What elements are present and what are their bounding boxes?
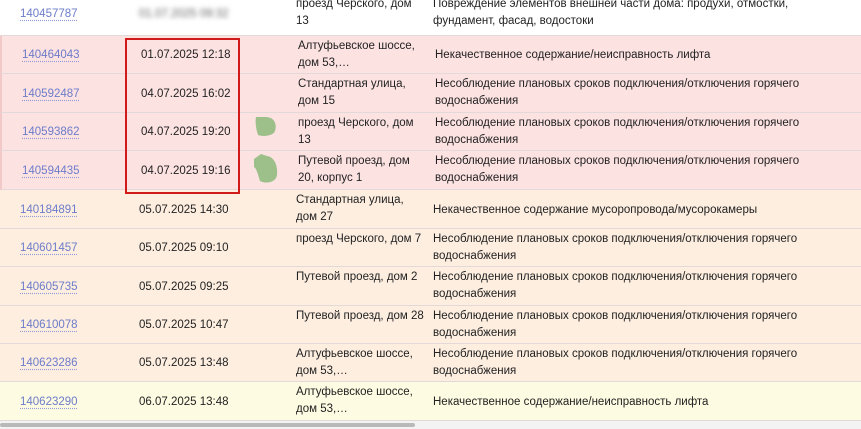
request-id-link[interactable]: 140623286 — [20, 357, 78, 369]
address-cell: Стандартная улица, дом 27 — [296, 194, 404, 223]
date-cell: 01.07.2025 12:18 — [141, 49, 231, 61]
description-cell: Повреждение элементов внешней части дома… — [433, 0, 789, 27]
address-cell: Путевой проезд, дом 2 — [296, 271, 418, 283]
date-cell: 05.07.2025 09:10 — [139, 242, 229, 254]
description-cell: Некачественное содержание/неисправность … — [435, 49, 711, 61]
address-cell: проезд Черского, дом 7 — [296, 233, 422, 245]
date-cell: 04.07.2025 16:02 — [141, 87, 231, 100]
date-cell: 05.07.2025 13:48 — [139, 357, 229, 369]
date-cell: 04.07.2025 19:20 — [141, 126, 231, 138]
request-id-link[interactable]: 140623290 — [20, 396, 78, 408]
table-row[interactable]: 140184891 05.07.2025 14:30 Стандартная ули… — [0, 190, 861, 229]
date-cell: 04.07.2025 19:16 — [141, 164, 231, 177]
scrollbar-thumb[interactable] — [0, 423, 415, 427]
table-row[interactable]: 140610078 05.07.2025 10:47 Путевой проезд,… — [0, 306, 861, 344]
description-cell: Несоблюдение плановых сроков подключения… — [433, 348, 798, 377]
request-id-cell: 140184891 — [20, 202, 78, 219]
request-id-cell: 140592487 — [22, 86, 80, 103]
request-id-link[interactable]: 140184891 — [20, 204, 78, 216]
date-cell: 05.07.2025 09:25 — [139, 280, 229, 293]
address-cell: Стандартная улица, дом 15 — [298, 78, 406, 107]
description-cell: Несоблюдение плановых сроков подключения… — [433, 310, 798, 339]
table-row[interactable]: 140464043 01.07.2025 12:18 Алтуфьевское шо… — [0, 36, 861, 74]
table-row[interactable]: 140592487 04.07.2025 16:02 Стандартная ули… — [0, 74, 861, 113]
date-cell: 05.07.2025 10:47 — [139, 319, 229, 331]
request-id-cell: 140605735 — [20, 279, 78, 296]
request-id-cell: 140623286 — [20, 355, 78, 372]
request-id-link[interactable]: 140592487 — [22, 88, 80, 100]
table-row[interactable]: 140601457 05.07.2025 09:10 проезд Черского… — [0, 229, 861, 267]
request-id-cell: 140610078 — [20, 317, 78, 334]
address-cell: Путевой проезд, дом 20, корпус 1 — [298, 155, 410, 184]
table-row[interactable]: 140623290 06.07.2025 13:48 Алтуфьевское шо… — [0, 382, 861, 421]
address-cell: Алтуфьевское шоссе, дом 53,… — [296, 348, 413, 377]
address-cell: проезд Черского, дом 13 — [296, 0, 412, 27]
request-id-cell: 140594435 — [22, 163, 80, 180]
request-id-link[interactable]: 140605735 — [20, 281, 78, 293]
request-id-link[interactable]: 140593862 — [22, 126, 80, 138]
request-id-link[interactable]: 140601457 — [20, 242, 78, 254]
horizontal-scrollbar[interactable] — [0, 421, 861, 429]
table-row[interactable]: 140593862 04.07.2025 19:20 проезд Черского… — [0, 113, 861, 151]
request-id-cell: 140593862 — [22, 124, 80, 141]
status-blob-icon — [255, 117, 276, 136]
address-cell: Путевой проезд, дом 28 — [296, 310, 424, 322]
table-row[interactable]: 140623286 05.07.2025 13:48 Алтуфьевское шо… — [0, 344, 861, 382]
address-cell: Алтуфьевское шоссе, дом 53,… — [298, 40, 415, 69]
request-id-link[interactable]: 140457787 — [20, 8, 78, 20]
description-cell: Несоблюдение плановых сроков подключения… — [435, 155, 800, 184]
address-cell: Алтуфьевское шоссе, дом 53,… — [296, 386, 413, 415]
description-cell: Несоблюдение плановых сроков подключения… — [435, 78, 800, 107]
date-cell: 06.07.2025 13:48 — [139, 395, 229, 408]
description-cell: Некачественное содержание/неисправность … — [433, 395, 709, 408]
request-id-cell: 140601457 — [20, 240, 78, 257]
date-cell: 01.07.2025 09:32 — [139, 8, 229, 20]
description-cell: Несоблюдение плановых сроков подключения… — [433, 271, 798, 300]
request-id-link[interactable]: 140594435 — [22, 165, 80, 177]
request-id-link[interactable]: 140610078 — [20, 319, 78, 331]
date-cell: 05.07.2025 14:30 — [139, 203, 229, 216]
address-cell: проезд Черского, дом 13 — [298, 117, 414, 146]
request-id-cell: 140623290 — [20, 394, 78, 411]
table-row[interactable]: 140605735 05.07.2025 09:25 Путевой проезд,… — [0, 267, 861, 306]
table-row[interactable]: 140457787 01.07.2025 09:32 проезд Черского… — [0, 0, 861, 36]
status-blob-icon — [254, 154, 278, 183]
request-id-link[interactable]: 140464043 — [22, 49, 80, 61]
table-row[interactable]: 140594435 04.07.2025 19:16 Путевой проезд,… — [0, 151, 861, 190]
description-cell: Несоблюдение плановых сроков подключения… — [435, 117, 800, 146]
description-cell: Некачественное содержание мусоропровода/… — [433, 203, 758, 216]
description-cell: Несоблюдение плановых сроков подключения… — [433, 233, 798, 262]
request-id-cell: 140457787 — [20, 6, 78, 23]
request-id-cell: 140464043 — [22, 47, 80, 64]
